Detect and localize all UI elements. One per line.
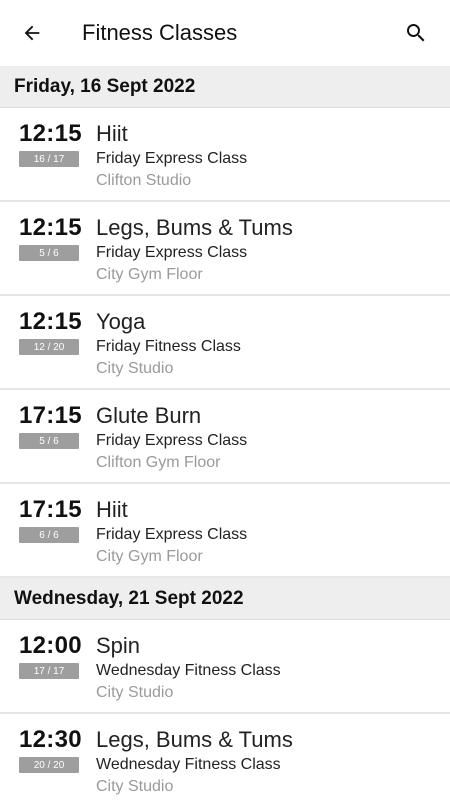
class-list[interactable]: Friday, 16 Sept 2022 12:15 16 / 17 Hiit … [0, 66, 450, 800]
class-name: Legs, Bums & Tums [96, 215, 293, 240]
spaces-badge: 16 / 17 [19, 151, 79, 167]
class-type: Friday Express Class [96, 150, 248, 167]
class-time: 12:00 [19, 632, 82, 659]
class-location: City Gym Floor [96, 548, 203, 565]
day-header: Wednesday, 21 Sept 2022 [0, 578, 450, 620]
class-location: Clifton Gym Floor [96, 454, 221, 471]
back-button[interactable] [0, 0, 64, 66]
class-time: 12:30 [19, 726, 82, 753]
time-column: 12:00 17 / 17 [0, 632, 96, 679]
arrow-left-icon [24, 25, 40, 41]
spaces-badge: 20 / 20 [19, 757, 79, 773]
class-info: Yoga Friday Fitness Class City Studio [96, 308, 450, 380]
class-location: City Gym Floor [96, 266, 203, 283]
spaces-badge: 12 / 20 [19, 339, 79, 355]
class-type: Wednesday Fitness Class [96, 756, 281, 773]
class-location: City Studio [96, 360, 174, 377]
page-title: Fitness Classes [82, 20, 238, 45]
class-type: Friday Express Class [96, 526, 248, 543]
time-column: 12:15 12 / 20 [0, 308, 96, 355]
spaces-badge: 5 / 6 [19, 245, 79, 261]
class-name: Hiit [96, 497, 128, 522]
class-info: Hiit Friday Express Class Clifton Studio [96, 120, 450, 192]
class-info: Hiit Friday Express Class City Gym Floor [96, 496, 450, 568]
spaces-badge: 17 / 17 [19, 663, 79, 679]
class-time: 17:15 [19, 496, 82, 523]
class-time: 17:15 [19, 402, 82, 429]
class-location: City Studio [96, 684, 174, 701]
class-info: Legs, Bums & Tums Wednesday Fitness Clas… [96, 726, 450, 798]
spaces-badge: 5 / 6 [19, 433, 79, 449]
class-row[interactable]: 12:30 20 / 20 Legs, Bums & Tums Wednesda… [0, 714, 450, 800]
class-location: City Studio [96, 778, 174, 795]
class-info: Glute Burn Friday Express Class Clifton … [96, 402, 450, 474]
class-name: Hiit [96, 121, 128, 146]
class-info: Legs, Bums & Tums Friday Express Class C… [96, 214, 450, 286]
class-type: Friday Fitness Class [96, 338, 241, 355]
class-type: Wednesday Fitness Class [96, 662, 281, 679]
app-bar: Fitness Classes [0, 0, 450, 66]
class-name: Yoga [96, 309, 146, 334]
class-type: Friday Express Class [96, 244, 248, 261]
class-location: Clifton Studio [96, 172, 192, 189]
class-type: Friday Express Class [96, 432, 248, 449]
spaces-badge: 6 / 6 [19, 527, 79, 543]
class-time: 12:15 [19, 120, 82, 147]
class-row[interactable]: 12:15 5 / 6 Legs, Bums & Tums Friday Exp… [0, 202, 450, 296]
time-column: 12:15 16 / 17 [0, 120, 96, 167]
class-time: 12:15 [19, 214, 82, 241]
class-row[interactable]: 12:15 12 / 20 Yoga Friday Fitness Class … [0, 296, 450, 390]
day-header: Friday, 16 Sept 2022 [0, 66, 450, 108]
search-button[interactable] [386, 0, 446, 66]
class-row[interactable]: 12:00 17 / 17 Spin Wednesday Fitness Cla… [0, 620, 450, 714]
class-name: Legs, Bums & Tums [96, 727, 293, 752]
class-row[interactable]: 12:15 16 / 17 Hiit Friday Express Class … [0, 108, 450, 202]
class-name: Glute Burn [96, 403, 202, 428]
time-column: 12:30 20 / 20 [0, 726, 96, 773]
class-row[interactable]: 17:15 6 / 6 Hiit Friday Express Class Ci… [0, 484, 450, 578]
time-column: 17:15 6 / 6 [0, 496, 96, 543]
class-row[interactable]: 17:15 5 / 6 Glute Burn Friday Express Cl… [0, 390, 450, 484]
class-name: Spin [96, 633, 141, 658]
class-info: Spin Wednesday Fitness Class City Studio [96, 632, 450, 704]
time-column: 12:15 5 / 6 [0, 214, 96, 261]
class-time: 12:15 [19, 308, 82, 335]
time-column: 17:15 5 / 6 [0, 402, 96, 449]
search-icon [407, 24, 425, 42]
